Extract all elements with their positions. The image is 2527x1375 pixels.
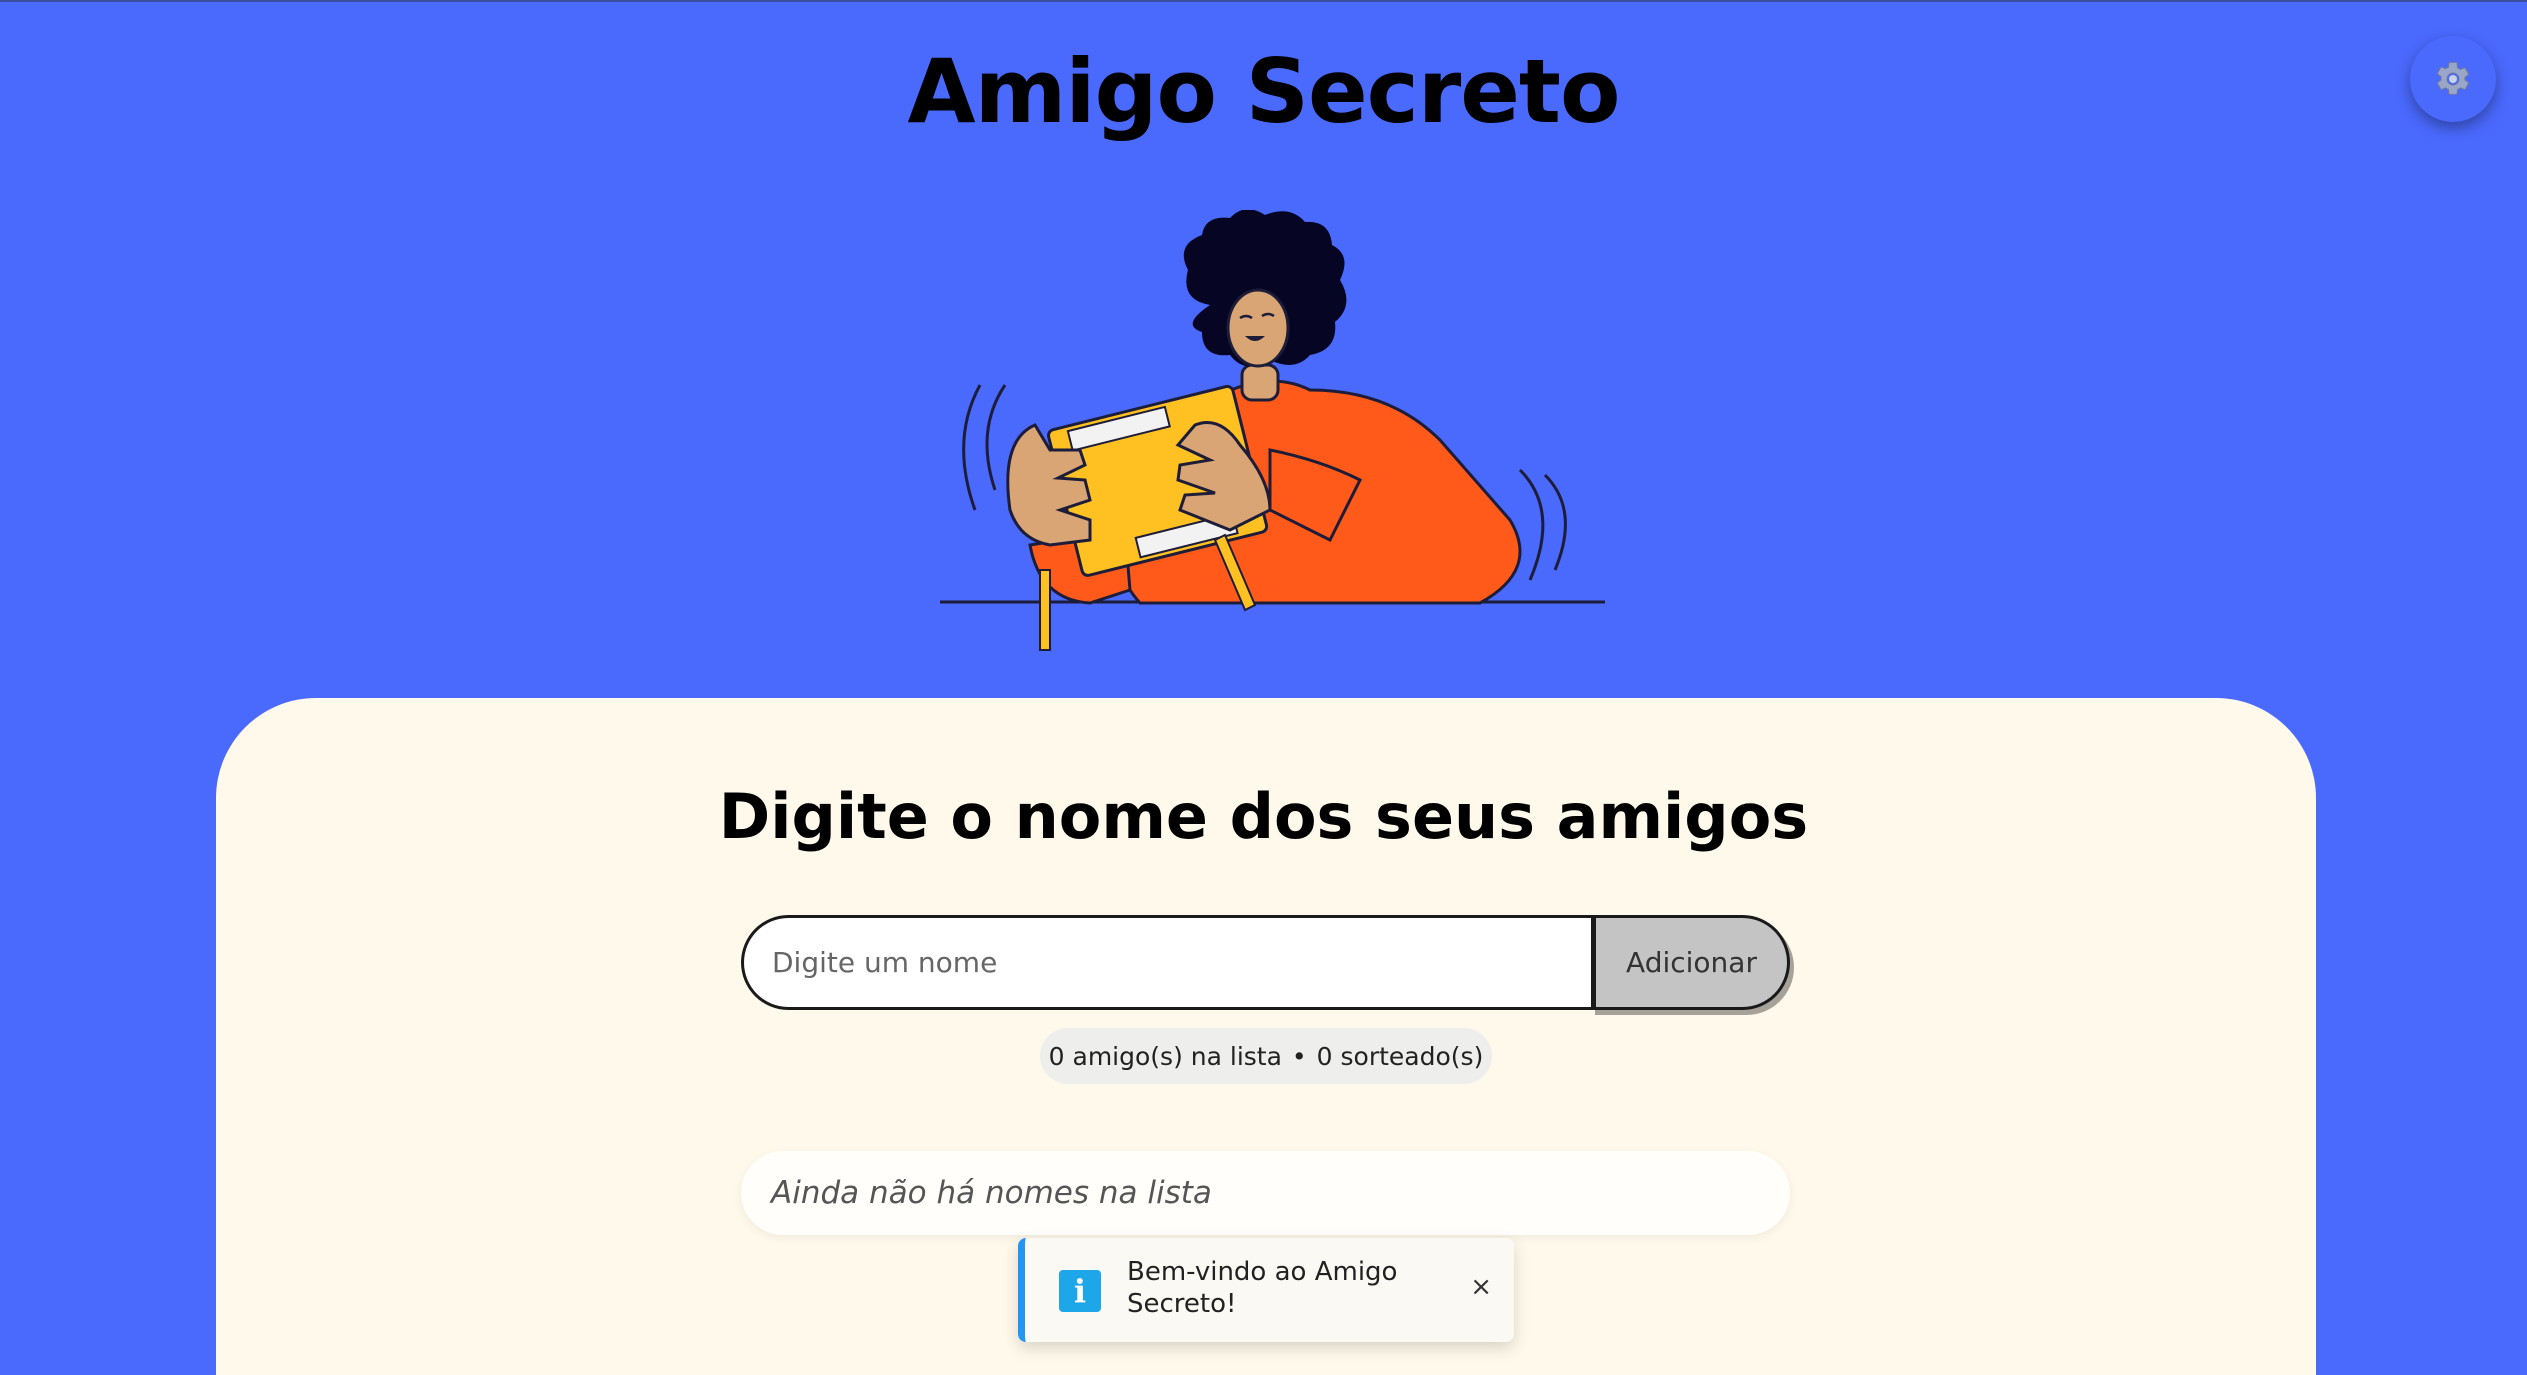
tape: [1039, 569, 1051, 651]
drawn-count-text: 0 sorteado(s): [1316, 1041, 1484, 1071]
add-friend-form: Adicionar: [741, 915, 1790, 1010]
friend-counter: 0 amigo(s) na lista • 0 sorteado(s): [1040, 1028, 1492, 1084]
name-input[interactable]: [741, 915, 1593, 1010]
empty-list-message: Ainda não há nomes na lista: [771, 1175, 1212, 1211]
toast-notification: i Bem-vindo ao Amigo Secreto! ×: [1018, 1238, 1514, 1342]
info-icon: i: [1059, 1270, 1101, 1312]
close-icon[interactable]: ×: [1470, 1272, 1492, 1302]
shake-line: [985, 384, 1007, 491]
counter-separator: •: [1291, 1041, 1307, 1071]
settings-button[interactable]: [2410, 36, 2496, 122]
window-top-border: [0, 0, 2527, 2]
shake-line: [1518, 468, 1545, 581]
neck: [1240, 363, 1280, 402]
face: [1226, 288, 1290, 368]
page: Amigo Secreto Digite o nome dos seus ami…: [0, 0, 2527, 1375]
hero-illustration: [940, 210, 1605, 651]
friends-count-text: 0 amigo(s) na lista: [1048, 1041, 1282, 1071]
friend-list: Ainda não há nomes na lista: [741, 1151, 1790, 1235]
shake-line: [1543, 473, 1567, 571]
app-title: Amigo Secreto: [907, 40, 1621, 143]
toast-message: Bem-vindo ao Amigo Secreto!: [1127, 1257, 1398, 1319]
section-title: Digite o nome dos seus amigos: [718, 780, 1809, 853]
add-button[interactable]: Adicionar: [1591, 915, 1790, 1010]
shake-line: [962, 384, 982, 511]
gear-icon: [2436, 61, 2470, 95]
